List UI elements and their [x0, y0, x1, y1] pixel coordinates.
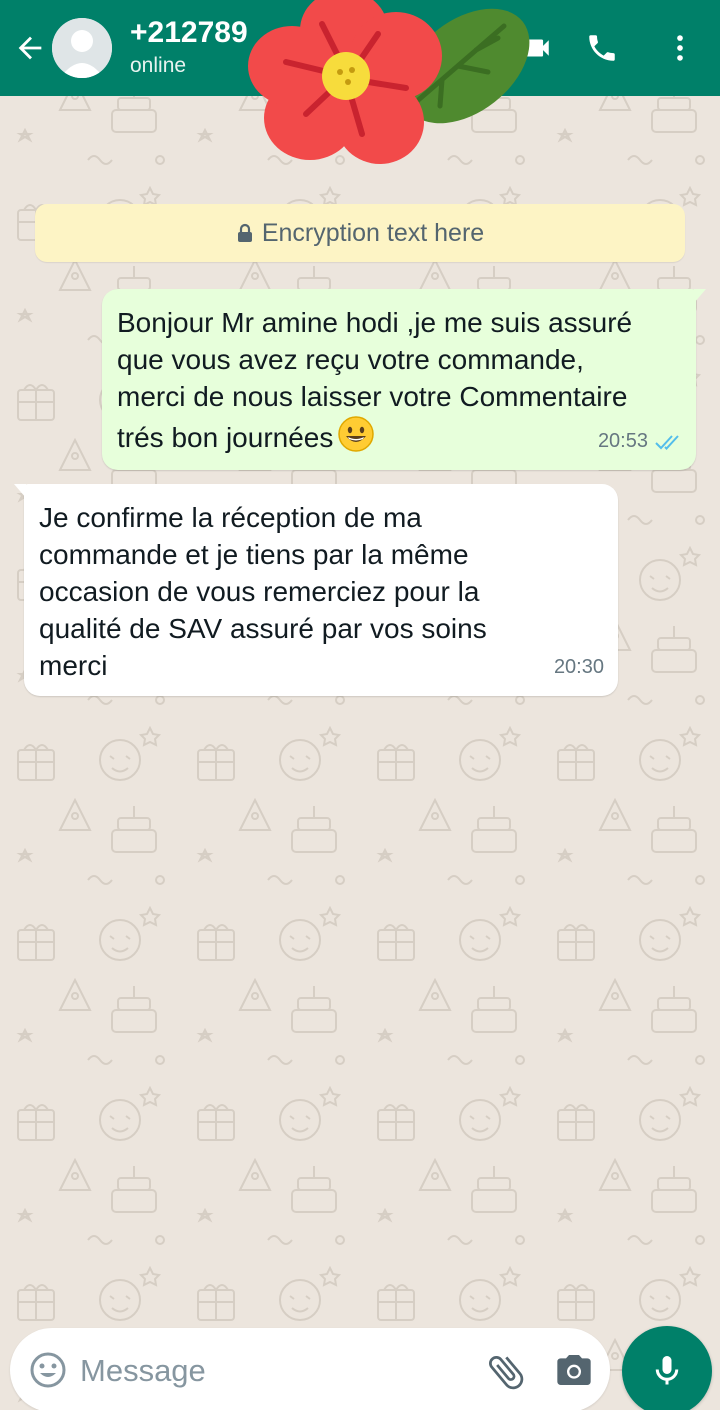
voice-call-button[interactable]	[580, 26, 624, 70]
message-time: 20:53	[597, 430, 648, 452]
grinning-face-icon	[337, 415, 375, 462]
message-meta: 20:53	[598, 423, 682, 460]
default-avatar-icon	[52, 18, 112, 78]
chat-screen: +212789 online Encryption text here Bonj…	[0, 0, 720, 1410]
bubble-tail	[694, 289, 706, 303]
message-text: Je confirme la réception de ma commande …	[39, 502, 487, 681]
mic-button[interactable]	[622, 1326, 712, 1410]
emoji-icon	[30, 1352, 66, 1388]
avatar[interactable]	[52, 18, 112, 78]
message-input[interactable]	[78, 1348, 472, 1394]
message-composer	[10, 1328, 610, 1410]
contact-status: online	[130, 54, 187, 77]
back-arrow-icon	[18, 36, 42, 60]
read-receipt-icon	[654, 433, 682, 451]
mic-icon	[655, 1356, 679, 1385]
encryption-text: Encryption text here	[261, 218, 485, 247]
flower-sticker	[248, 0, 530, 164]
attach-button[interactable]	[484, 1350, 528, 1394]
contact-name[interactable]: +212789	[130, 16, 248, 50]
message-meta: 20:30	[554, 649, 604, 686]
lock-icon	[236, 223, 254, 243]
outgoing-message[interactable]: Bonjour Mr amine hodi ,je me suis assuré…	[102, 289, 706, 470]
more-options-button[interactable]	[658, 26, 702, 70]
emoji-button[interactable]	[28, 1350, 68, 1390]
encryption-notice[interactable]: Encryption text here	[35, 204, 685, 262]
back-button[interactable]	[8, 26, 52, 70]
camera-icon	[557, 1355, 591, 1385]
bubble-tail	[14, 484, 26, 498]
paperclip-icon	[489, 1356, 524, 1390]
phone-icon	[589, 35, 615, 61]
incoming-message[interactable]: Je confirme la réception de ma commande …	[14, 484, 618, 696]
message-time: 20:30	[553, 656, 604, 678]
camera-button[interactable]	[554, 1350, 598, 1394]
more-vert-icon	[677, 35, 683, 61]
